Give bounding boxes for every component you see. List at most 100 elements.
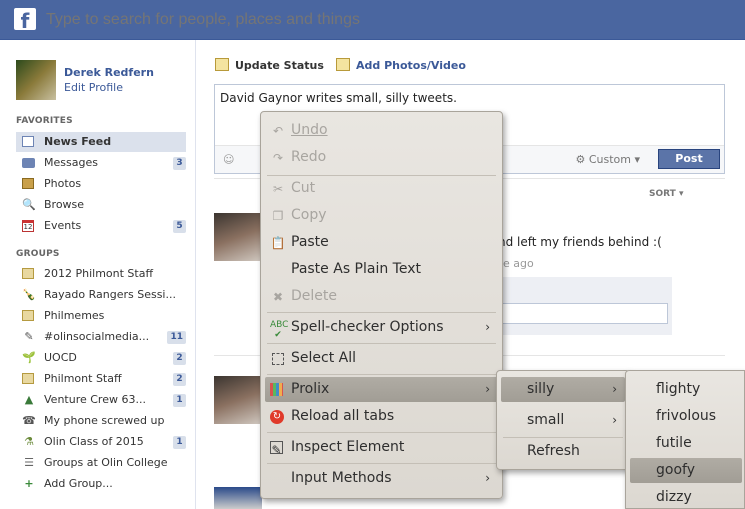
sprout-icon: 🌱: [22, 351, 36, 364]
sidebar-item-group[interactable]: 2012 Philmont Staff: [16, 264, 186, 284]
edit-profile-link[interactable]: Edit Profile: [64, 81, 123, 94]
story-text: nd left my friends behind :(: [498, 235, 662, 249]
menu-separator: [267, 374, 496, 375]
sort-label: SORT: [649, 189, 676, 199]
story-thumbnail[interactable]: [214, 487, 262, 509]
sidebar-item-group[interactable]: Philmont Staff 2: [16, 369, 186, 389]
pencil-icon: ✎: [24, 330, 34, 343]
sidebar-item-add-group[interactable]: + Add Group...: [16, 474, 186, 494]
chevron-right-icon: ›: [485, 471, 490, 485]
prolix-submenu: silly › small › Refresh: [496, 370, 630, 470]
tab-add-photos[interactable]: Add Photos/Video: [336, 58, 466, 72]
submenu-item-small[interactable]: small ›: [501, 408, 625, 433]
sidebar-item-news-feed[interactable]: News Feed: [16, 132, 186, 152]
synonym-item[interactable]: futile: [630, 431, 742, 456]
tag-people-icon[interactable]: ☺: [223, 153, 234, 166]
chevron-right-icon: ›: [485, 382, 490, 396]
select-all-icon: [272, 353, 284, 365]
sidebar-item-group[interactable]: ☰ Groups at Olin College: [16, 453, 186, 473]
sidebar-item-group[interactable]: ▲ Venture Crew 63... 1: [16, 390, 186, 410]
submenu-item-label: silly: [527, 381, 555, 397]
news-feed-icon: [22, 136, 34, 147]
menu-item-reload-tabs[interactable]: ↻ Reload all tabs: [265, 404, 498, 429]
left-sidebar: Derek Redfern Edit Profile FAVORITES New…: [0, 40, 196, 509]
menu-item-label: Paste: [291, 234, 329, 250]
sidebar-item-browse[interactable]: 🔍 Browse: [16, 195, 186, 215]
sidebar-item-label: UOCD: [44, 351, 77, 364]
synonym-item[interactable]: frivolous: [630, 404, 742, 429]
context-menu: ↶ Undo ↷ Redo ✂ Cut ❐ Copy 📋 Paste Paste…: [260, 111, 503, 499]
sidebar-item-group[interactable]: 🌱 UOCD 2: [16, 348, 186, 368]
synonym-item[interactable]: goofy: [630, 458, 742, 483]
sidebar-item-label: Rayado Rangers Sessi...: [44, 288, 176, 301]
avatar[interactable]: [16, 60, 56, 100]
submenu-item-refresh[interactable]: Refresh: [501, 439, 625, 464]
group-icon: [22, 310, 34, 321]
menu-item-label: Prolix: [291, 381, 330, 397]
menu-item-paste[interactable]: 📋 Paste: [265, 230, 498, 255]
count-badge: 1: [173, 436, 186, 449]
delete-icon: ✖: [272, 290, 284, 304]
story-thumbnail[interactable]: [214, 213, 262, 261]
reload-icon: ↻: [270, 410, 284, 424]
story-timestamp[interactable]: e ago: [503, 257, 534, 270]
menu-item-label: Cut: [291, 180, 316, 196]
redo-icon: ↷: [272, 151, 284, 165]
sidebar-item-group[interactable]: Philmemes: [16, 306, 186, 326]
groups-icon: ☰: [24, 456, 34, 469]
sidebar-item-label: Browse: [44, 198, 85, 211]
menu-item-spell-checker[interactable]: ABC ✔ Spell-checker Options ›: [265, 315, 498, 340]
tab-label: Update Status: [235, 59, 324, 72]
sidebar-item-label: Add Group...: [44, 477, 113, 490]
menu-item-cut[interactable]: ✂ Cut: [265, 176, 498, 201]
synonym-item[interactable]: flighty: [630, 377, 742, 402]
sidebar-item-label: Philmont Staff: [44, 372, 122, 385]
sidebar-item-group[interactable]: ⚗ Olin Class of 2015 1: [16, 432, 186, 452]
synonym-item[interactable]: dizzy: [630, 485, 742, 509]
synonyms-submenu: flighty frivolous futile goofy dizzy: [625, 370, 745, 509]
story-thumbnail[interactable]: [214, 376, 262, 424]
groups-title: GROUPS: [16, 249, 60, 259]
facebook-logo-icon[interactable]: f: [14, 8, 36, 30]
menu-item-delete[interactable]: ✖ Delete: [265, 284, 498, 309]
profile-name[interactable]: Derek Redfern: [64, 66, 154, 79]
search-input[interactable]: [46, 8, 726, 32]
undo-icon: ↶: [272, 124, 284, 138]
menu-item-paste-plain[interactable]: Paste As Plain Text: [265, 257, 498, 282]
sort-button[interactable]: SORT ▾: [649, 189, 683, 199]
tab-update-status[interactable]: Update Status: [215, 58, 324, 72]
chevron-right-icon: ›: [485, 320, 490, 334]
synonym-label: dizzy: [656, 489, 692, 505]
sidebar-item-label: My phone screwed up: [44, 414, 165, 427]
sidebar-item-group[interactable]: ☎ My phone screwed up: [16, 411, 186, 431]
browse-icon: 🔍: [22, 198, 36, 211]
submenu-item-silly[interactable]: silly ›: [501, 377, 625, 402]
tab-label: Add Photos/Video: [356, 59, 466, 72]
phone-icon: ☎: [22, 414, 36, 427]
sidebar-item-label: News Feed: [44, 135, 112, 148]
menu-item-prolix[interactable]: Prolix ›: [265, 377, 498, 402]
menu-item-undo[interactable]: ↶ Undo: [265, 118, 498, 143]
messages-icon: [22, 158, 35, 168]
privacy-selector[interactable]: ⚙ Custom ▾: [575, 153, 640, 166]
menu-item-inspect[interactable]: ✎ Inspect Element: [265, 435, 498, 460]
menu-item-select-all[interactable]: Select All: [265, 346, 498, 371]
sidebar-item-photos[interactable]: Photos: [16, 174, 186, 194]
menu-item-copy[interactable]: ❐ Copy: [265, 203, 498, 228]
sidebar-item-group[interactable]: ✎ #olinsocialmedia... 11: [16, 327, 186, 347]
menu-item-label: Select All: [291, 350, 356, 366]
count-badge: 5: [173, 220, 186, 233]
menu-item-input-methods[interactable]: Input Methods ›: [265, 466, 498, 491]
menu-item-label: Reload all tabs: [291, 408, 395, 424]
menu-item-redo[interactable]: ↷ Redo: [265, 145, 498, 170]
comment-input[interactable]: [500, 303, 668, 324]
submenu-item-label: Refresh: [527, 443, 580, 459]
sidebar-item-messages[interactable]: Messages 3: [16, 153, 186, 173]
post-button[interactable]: Post: [658, 149, 720, 169]
sidebar-item-label: Venture Crew 63...: [44, 393, 146, 406]
sidebar-item-events[interactable]: 12 Events 5: [16, 216, 186, 236]
status-input[interactable]: David Gaynor writes small, silly tweets.: [220, 91, 457, 105]
spellcheck-icon: ABC ✔: [270, 320, 289, 340]
sidebar-item-group[interactable]: 🍾 Rayado Rangers Sessi...: [16, 285, 186, 305]
chevron-right-icon: ›: [612, 413, 617, 427]
